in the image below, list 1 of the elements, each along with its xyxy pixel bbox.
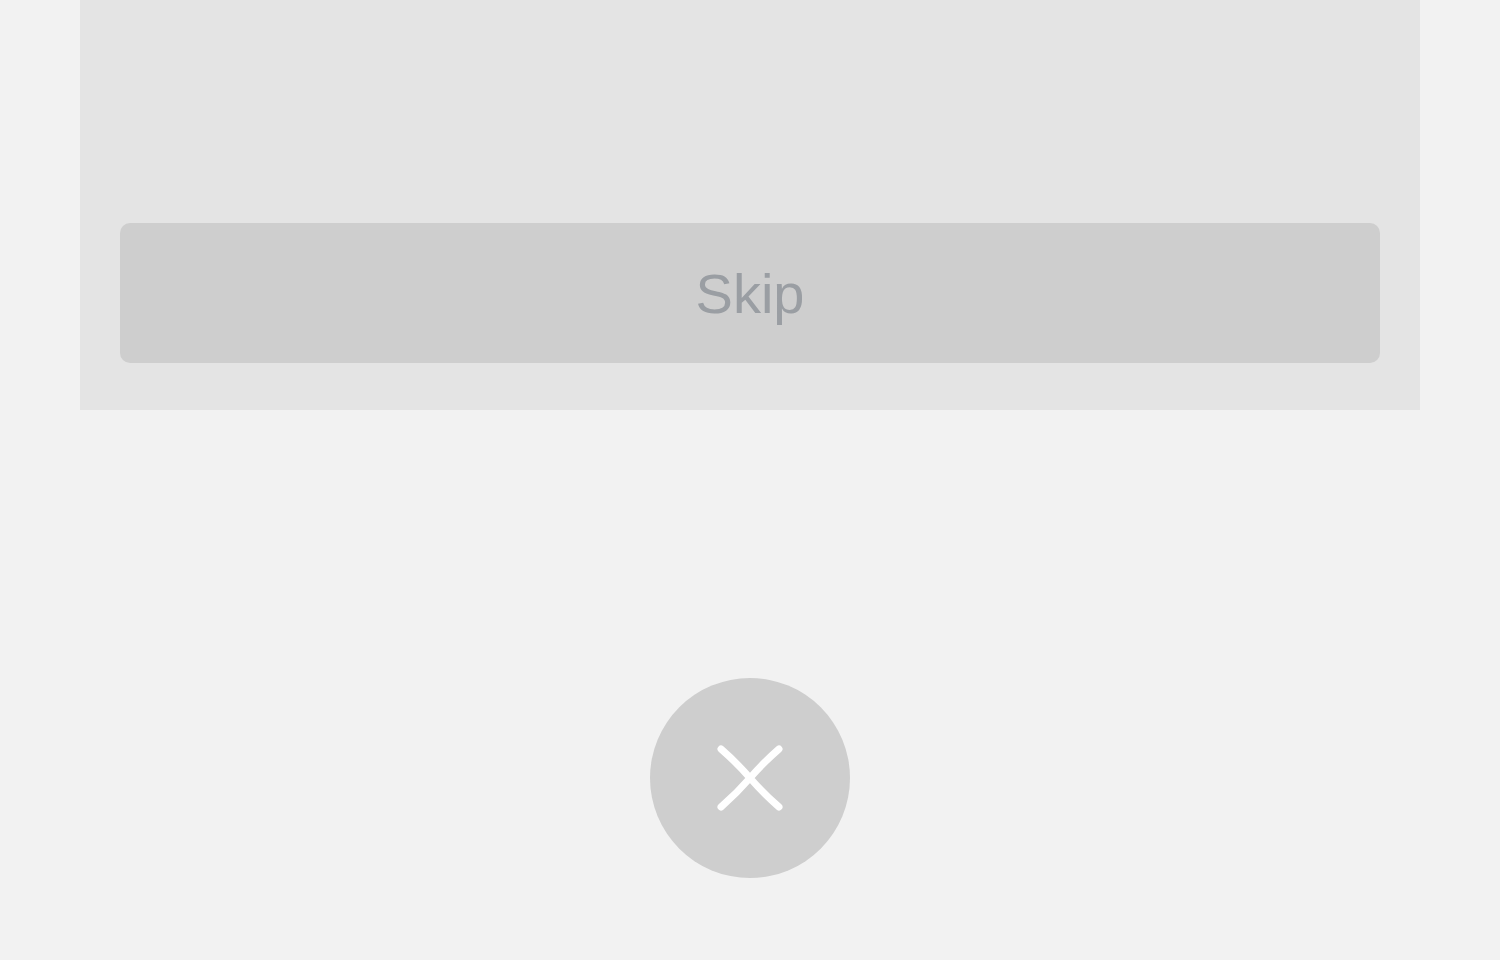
close-icon bbox=[717, 745, 783, 811]
